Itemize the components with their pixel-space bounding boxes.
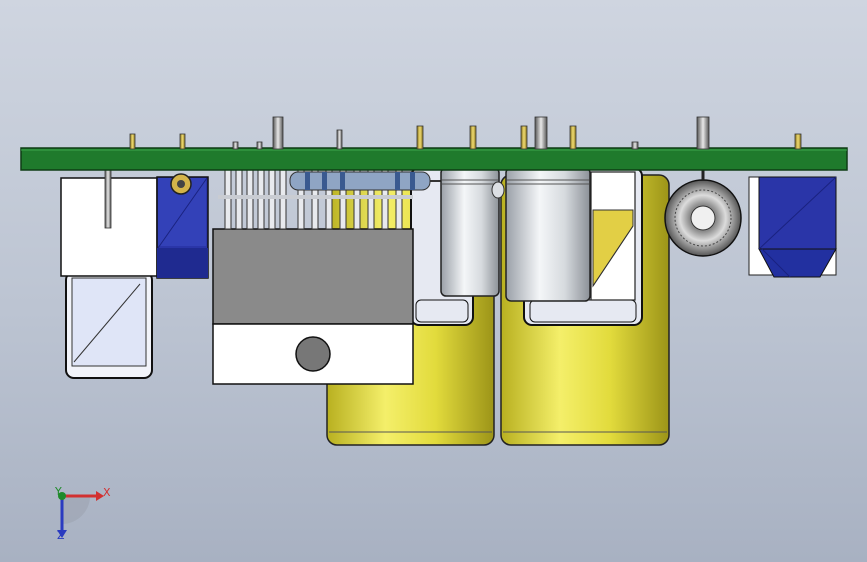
through-hole-pins xyxy=(129,116,802,150)
small-capacitor-left[interactable] xyxy=(440,167,500,297)
small-capacitor-right[interactable] xyxy=(491,167,591,302)
pcb-board[interactable] xyxy=(20,147,848,171)
y-axis-label: Y xyxy=(55,485,62,498)
terminal-pin xyxy=(104,169,112,229)
toroidal-inductor[interactable] xyxy=(664,170,742,257)
pcb-assembly-model[interactable] xyxy=(0,0,867,562)
relay-left[interactable] xyxy=(156,173,209,279)
x-axis-label: X xyxy=(103,486,111,499)
cad-viewport[interactable]: X Y Z xyxy=(0,0,867,562)
film-capacitor[interactable] xyxy=(590,171,636,301)
z-axis-label: Z xyxy=(57,529,65,542)
heatsink[interactable] xyxy=(212,228,414,385)
resistor[interactable] xyxy=(289,171,445,191)
relay-right[interactable] xyxy=(748,176,837,278)
